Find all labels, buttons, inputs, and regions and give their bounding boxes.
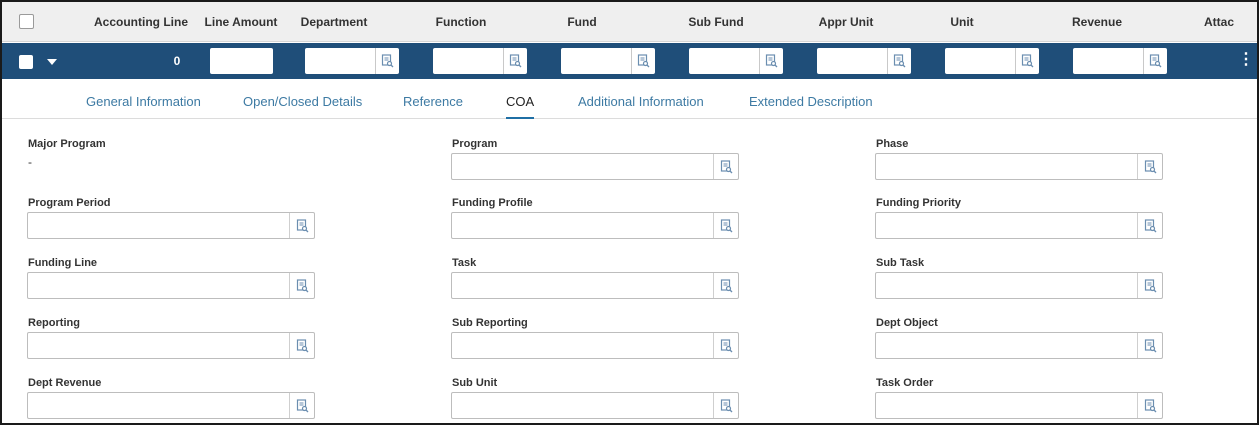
function-input[interactable] — [433, 48, 527, 74]
sub-unit-input[interactable] — [451, 392, 739, 419]
lookup-icon[interactable] — [1137, 393, 1162, 418]
funding-profile-input[interactable] — [451, 212, 739, 239]
lookup-icon[interactable] — [713, 333, 738, 358]
lookup-icon[interactable] — [887, 48, 911, 74]
col-accounting-line[interactable]: Accounting Line — [88, 2, 194, 42]
dept-object-input[interactable] — [875, 332, 1163, 359]
sub-reporting-input[interactable] — [451, 332, 739, 359]
fund-input[interactable] — [561, 48, 655, 74]
tab-open-closed-details[interactable]: Open/Closed Details — [243, 79, 362, 119]
revenue-input[interactable] — [1073, 48, 1167, 74]
chevron-down-icon[interactable] — [47, 59, 57, 65]
sub-reporting-label: Sub Reporting — [452, 317, 528, 329]
appr-unit-input[interactable] — [817, 48, 911, 74]
funding-line-label: Funding Line — [28, 257, 98, 269]
major-program-label: Major Program — [28, 138, 106, 150]
lookup-icon[interactable] — [1143, 48, 1167, 74]
task-order-input[interactable] — [875, 392, 1163, 419]
funding-priority-input[interactable] — [875, 212, 1163, 239]
lookup-icon[interactable] — [713, 213, 738, 238]
sub-fund-input[interactable] — [689, 48, 783, 74]
tab-coa[interactable]: COA — [506, 79, 535, 119]
funding-profile-label: Funding Profile — [452, 197, 533, 209]
col-appr-unit[interactable]: Appr Unit — [796, 2, 896, 42]
program-label: Program — [452, 138, 498, 150]
lookup-icon[interactable] — [759, 48, 783, 74]
row-checkbox[interactable] — [19, 55, 33, 69]
lookup-icon[interactable] — [1137, 273, 1162, 298]
col-fund[interactable]: Fund — [547, 2, 617, 42]
tab-extended-description[interactable]: Extended Description — [749, 79, 873, 119]
sub-unit-label: Sub Unit — [452, 377, 498, 389]
phase-input[interactable] — [875, 153, 1163, 180]
task-input[interactable] — [451, 272, 739, 299]
detail-tabs: General Information Open/Closed Details … — [2, 79, 1257, 119]
lookup-icon[interactable] — [713, 393, 738, 418]
task-order-label: Task Order — [876, 377, 934, 389]
col-revenue[interactable]: Revenue — [1057, 2, 1137, 42]
col-sub-fund[interactable]: Sub Fund — [666, 2, 766, 42]
lookup-icon[interactable] — [289, 213, 314, 238]
select-all-checkbox[interactable] — [19, 14, 34, 29]
program-period-input[interactable] — [27, 212, 315, 239]
program-period-label: Program Period — [28, 197, 111, 209]
lookup-icon[interactable] — [375, 48, 399, 74]
lookup-icon[interactable] — [631, 48, 655, 74]
dept-revenue-input[interactable] — [27, 392, 315, 419]
reporting-label: Reporting — [28, 317, 80, 329]
col-attachments[interactable]: Attac — [1194, 2, 1244, 42]
lookup-icon[interactable] — [289, 273, 314, 298]
lookup-icon[interactable] — [1137, 333, 1162, 358]
tab-reference[interactable]: Reference — [403, 79, 463, 119]
sub-task-input[interactable] — [875, 272, 1163, 299]
line-amount-input[interactable] — [210, 48, 273, 74]
sub-task-label: Sub Task — [876, 257, 925, 269]
col-function[interactable]: Function — [416, 2, 506, 42]
lookup-icon[interactable] — [289, 333, 314, 358]
dept-revenue-label: Dept Revenue — [28, 377, 102, 389]
accounting-line-row: 0 ⋮ — [2, 43, 1257, 79]
tab-general-information[interactable]: General Information — [86, 79, 201, 119]
lookup-icon[interactable] — [1015, 48, 1039, 74]
funding-line-input[interactable] — [27, 272, 315, 299]
unit-input[interactable] — [945, 48, 1039, 74]
major-program-value: - — [28, 155, 32, 169]
accounting-line-number: 0 — [173, 54, 181, 68]
lookup-icon[interactable] — [1137, 154, 1162, 179]
more-vertical-icon[interactable]: ⋮ — [1238, 43, 1254, 79]
accounting-lines-panel: Accounting Line Line Amount Department F… — [0, 0, 1259, 425]
col-unit[interactable]: Unit — [932, 2, 992, 42]
lookup-icon[interactable] — [503, 48, 527, 74]
col-line-amount[interactable]: Line Amount — [203, 2, 279, 42]
department-input[interactable] — [305, 48, 399, 74]
phase-label: Phase — [876, 138, 909, 150]
program-input[interactable] — [451, 153, 739, 180]
dept-object-label: Dept Object — [876, 317, 938, 329]
reporting-input[interactable] — [27, 332, 315, 359]
task-label: Task — [452, 257, 477, 269]
col-department[interactable]: Department — [284, 2, 384, 42]
grid-header: Accounting Line Line Amount Department F… — [2, 2, 1257, 42]
funding-priority-label: Funding Priority — [876, 197, 961, 209]
lookup-icon[interactable] — [713, 273, 738, 298]
lookup-icon[interactable] — [713, 154, 738, 179]
lookup-icon[interactable] — [289, 393, 314, 418]
lookup-icon[interactable] — [1137, 213, 1162, 238]
tab-additional-information[interactable]: Additional Information — [578, 79, 704, 119]
